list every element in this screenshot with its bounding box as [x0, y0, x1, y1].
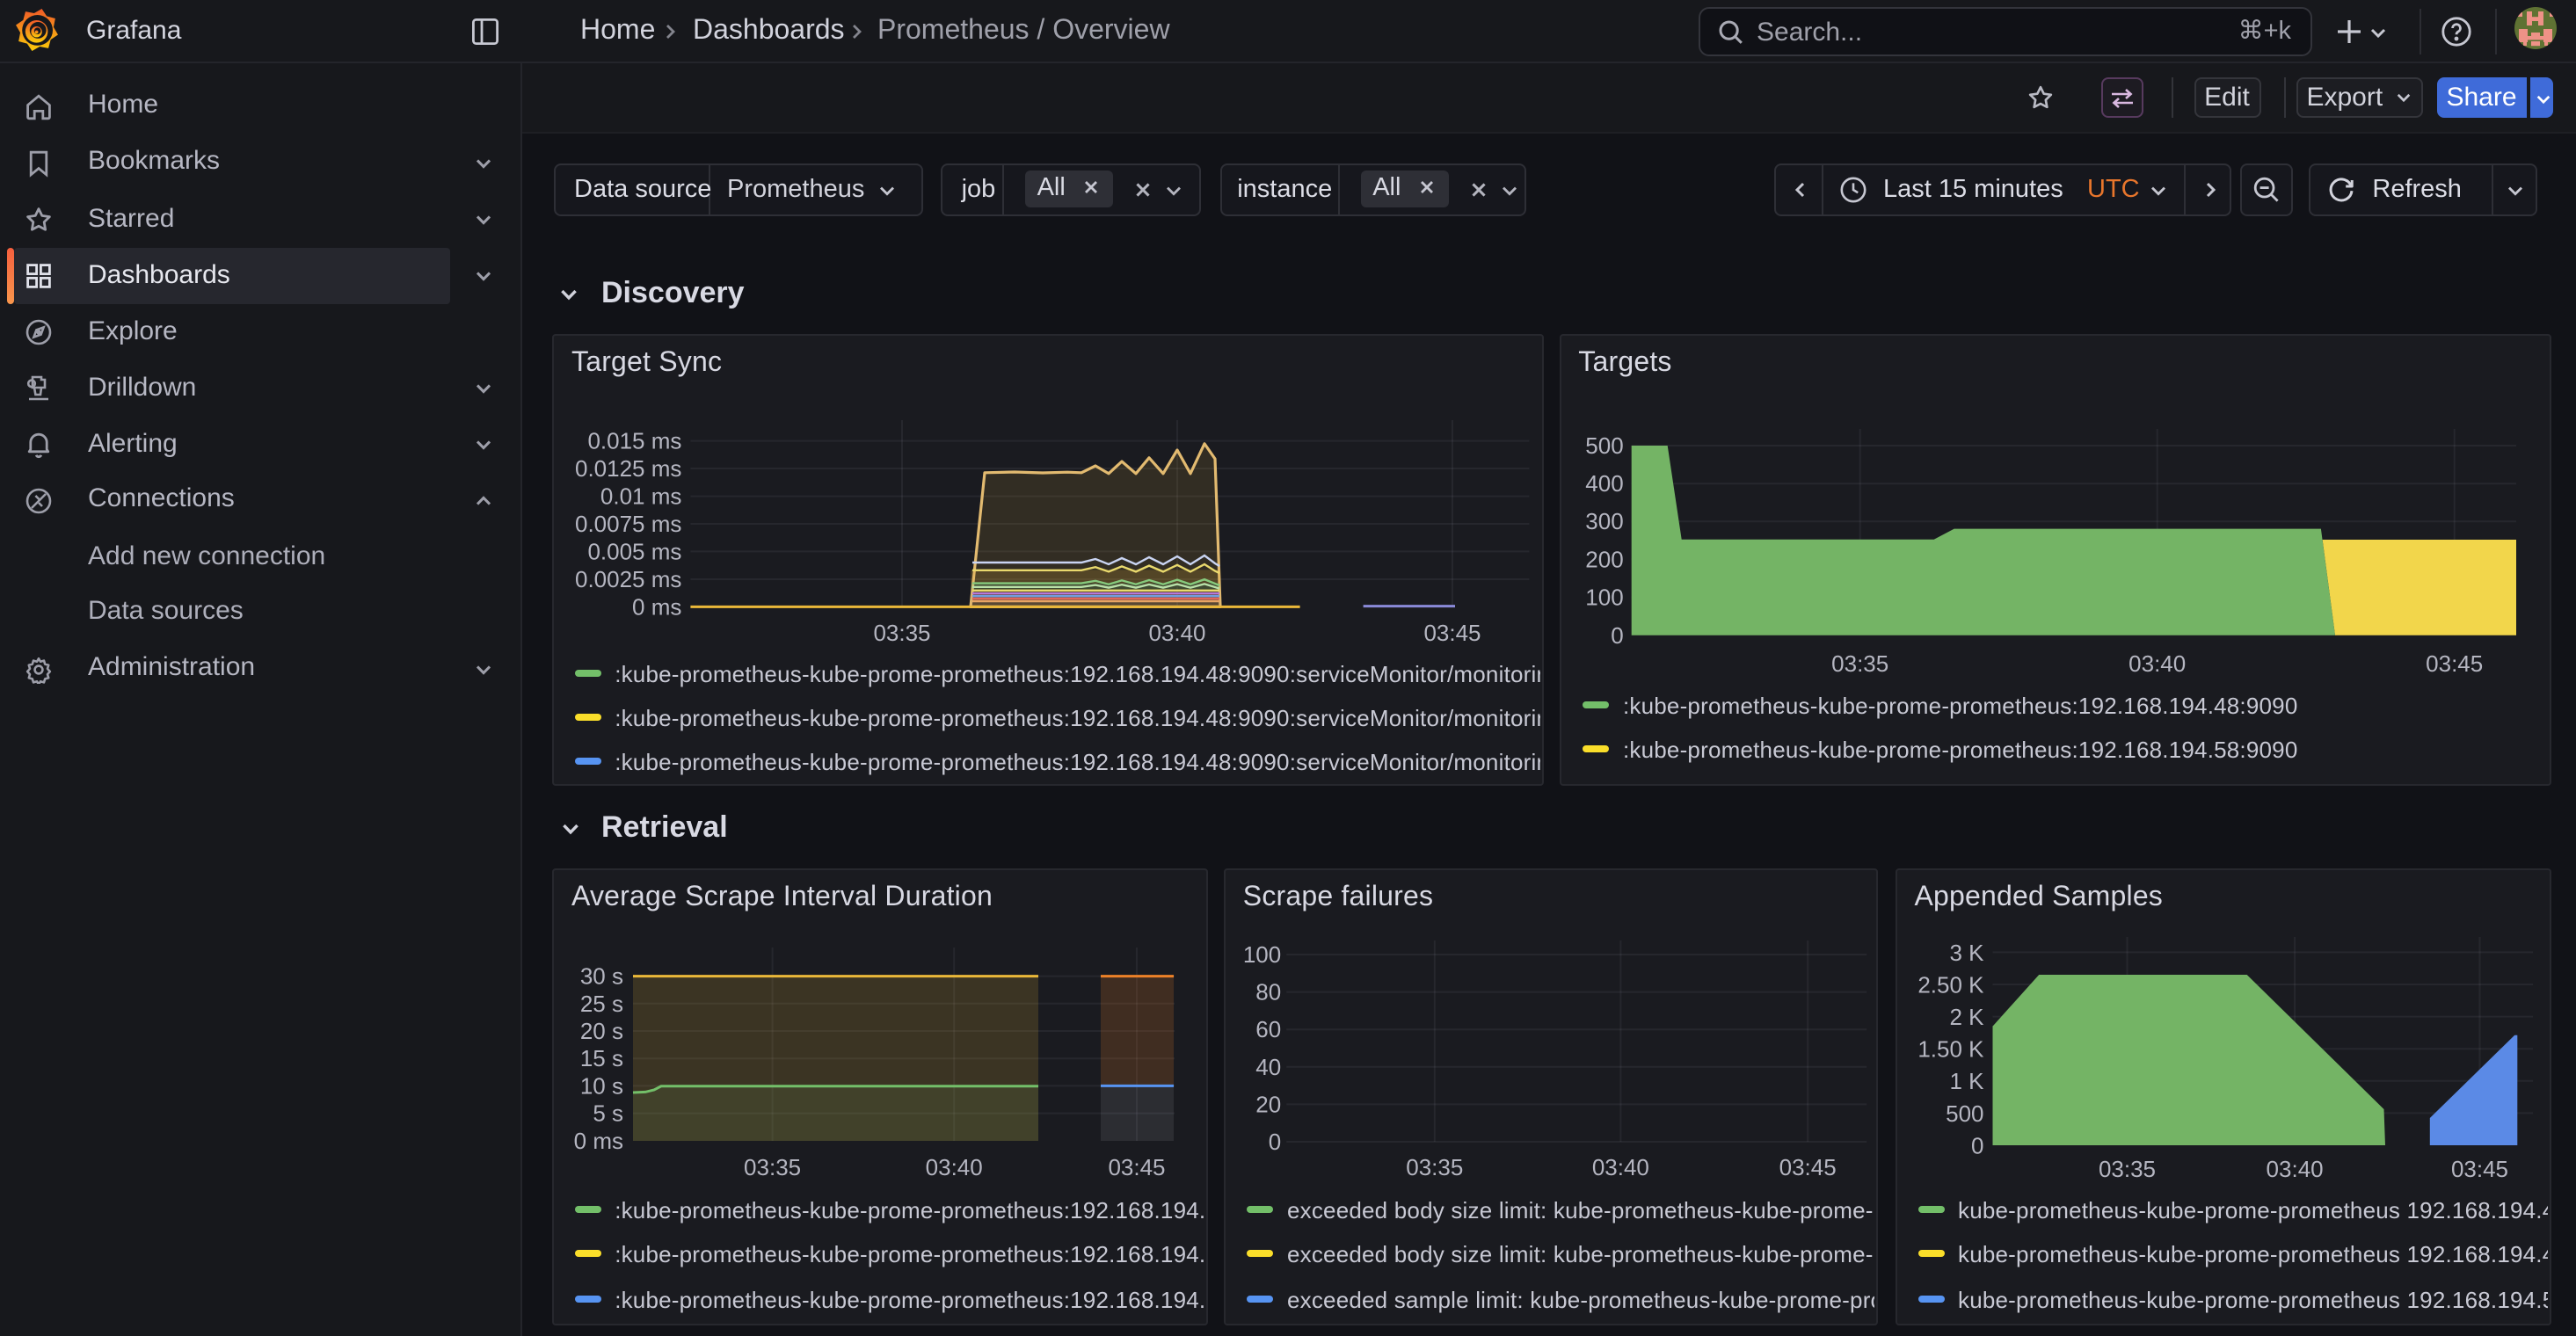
svg-text:3 K: 3 K	[1949, 940, 1984, 966]
svg-text:30 s: 30 s	[580, 963, 623, 990]
svg-text:2 K: 2 K	[1949, 1004, 1984, 1030]
svg-text:20 s: 20 s	[580, 1018, 623, 1044]
svg-text:03:40: 03:40	[1592, 1154, 1649, 1180]
svg-text:0.005 ms: 0.005 ms	[587, 537, 681, 563]
svg-text:500: 500	[1946, 1100, 1983, 1127]
svg-text:0: 0	[1971, 1132, 1983, 1158]
svg-text:0.01 ms: 0.01 ms	[600, 483, 682, 509]
svg-text:200: 200	[1585, 545, 1623, 571]
svg-text:100: 100	[1585, 584, 1623, 610]
svg-text:03:35: 03:35	[1406, 1154, 1463, 1180]
svg-text:60: 60	[1255, 1016, 1281, 1042]
svg-text:0.0075 ms: 0.0075 ms	[575, 510, 681, 536]
svg-text:03:45: 03:45	[1779, 1154, 1836, 1180]
svg-text:40: 40	[1255, 1054, 1281, 1080]
svg-text:25 s: 25 s	[580, 991, 623, 1017]
svg-text:400: 400	[1585, 469, 1623, 496]
svg-text:03:35: 03:35	[2098, 1156, 2155, 1182]
svg-text:03:45: 03:45	[2450, 1156, 2507, 1182]
svg-text:15 s: 15 s	[580, 1045, 623, 1071]
svg-text:0 ms: 0 ms	[574, 1128, 623, 1154]
svg-text:0: 0	[1269, 1129, 1281, 1155]
svg-text:500: 500	[1585, 432, 1623, 458]
svg-text:0 ms: 0 ms	[632, 592, 681, 619]
svg-text:03:40: 03:40	[2128, 650, 2185, 676]
svg-text:03:35: 03:35	[873, 619, 930, 645]
svg-text:1 K: 1 K	[1949, 1068, 1984, 1094]
svg-text:03:45: 03:45	[1423, 619, 1481, 645]
svg-text:100: 100	[1243, 941, 1281, 968]
svg-text:03:45: 03:45	[1108, 1154, 1165, 1180]
svg-text:5 s: 5 s	[593, 1100, 623, 1127]
svg-text:300: 300	[1585, 507, 1623, 534]
svg-text:1.50 K: 1.50 K	[1917, 1036, 1984, 1063]
svg-text:0: 0	[1611, 621, 1623, 648]
svg-text:10 s: 10 s	[580, 1072, 623, 1099]
svg-text:03:35: 03:35	[744, 1154, 801, 1180]
svg-text:03:40: 03:40	[926, 1154, 983, 1180]
svg-text:03:40: 03:40	[1148, 619, 1205, 645]
svg-text:80: 80	[1255, 979, 1281, 1006]
svg-text:20: 20	[1255, 1091, 1281, 1117]
svg-text:2.50 K: 2.50 K	[1917, 971, 1984, 998]
svg-text:03:35: 03:35	[1830, 650, 1888, 676]
svg-text:0.015 ms: 0.015 ms	[587, 427, 681, 454]
svg-text:0.0125 ms: 0.0125 ms	[575, 454, 681, 481]
svg-text:03:45: 03:45	[2425, 650, 2482, 676]
svg-text:0.0025 ms: 0.0025 ms	[575, 565, 681, 592]
svg-text:03:40: 03:40	[2266, 1156, 2323, 1182]
